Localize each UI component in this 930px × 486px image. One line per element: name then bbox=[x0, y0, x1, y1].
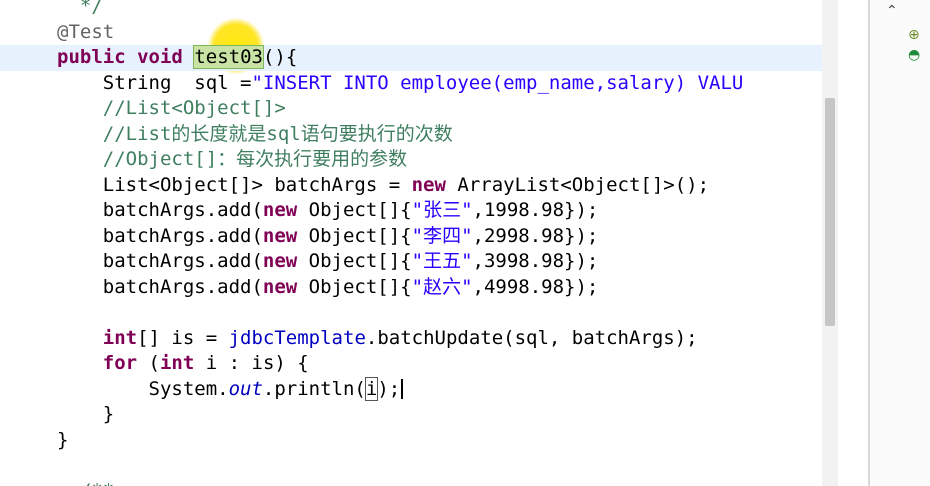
code-token: //List<Object[]> bbox=[57, 97, 286, 119]
code-token: @Test bbox=[57, 20, 115, 43]
code-token: //Object[]：每次执行要用的参数 bbox=[57, 148, 408, 170]
code-line[interactable]: batchArgs.add(new Object[]{"李四",2998.98}… bbox=[0, 224, 599, 250]
code-token: new bbox=[262, 250, 298, 272]
code-token: */ bbox=[57, 0, 103, 17]
code-line[interactable]: batchArgs.add(new Object[]{"张三",1998.98}… bbox=[0, 198, 599, 224]
code-token: Object[]{ bbox=[297, 199, 412, 221]
code-token: void bbox=[137, 46, 183, 68]
code-token: i : is) { bbox=[194, 352, 309, 374]
code-line[interactable]: @Test bbox=[0, 20, 114, 46]
code-token: batchArgs.add( bbox=[57, 199, 263, 221]
code-line[interactable]: int[] is = jdbcTemplate.batchUpdate(sql,… bbox=[0, 326, 698, 352]
code-token: jdbcTemplate bbox=[228, 326, 366, 349]
code-token: test03 bbox=[193, 45, 264, 69]
code-token: .println( bbox=[262, 377, 366, 400]
code-line[interactable]: //List的长度就是sql语句要执行的次数 bbox=[0, 122, 453, 148]
code-token: "张三" bbox=[411, 199, 473, 221]
code-line[interactable]: //List<Object[]> bbox=[0, 96, 286, 122]
code-token: ,2998.98}); bbox=[472, 224, 599, 247]
code-token: //List的长度就是sql语句要执行的次数 bbox=[57, 122, 453, 145]
code-token: batchArgs.add( bbox=[57, 224, 263, 247]
code-token: List<Object[]> batchArgs = bbox=[57, 173, 412, 196]
class-icon[interactable]: ⊕ bbox=[908, 28, 920, 42]
code-token: .batchUpdate(sql, batchArgs); bbox=[365, 326, 698, 349]
code-line[interactable] bbox=[0, 300, 57, 326]
code-line[interactable]: batchArgs.add(new Object[]{"王五",3998.98}… bbox=[0, 249, 599, 275]
code-line[interactable]: public void test03(){ bbox=[0, 45, 822, 71]
code-token: batchArgs.add( bbox=[57, 250, 263, 272]
text-caret bbox=[401, 379, 403, 399]
code-token: new bbox=[262, 224, 298, 247]
code-token: Object[]{ bbox=[297, 224, 412, 247]
code-line[interactable]: batchArgs.add(new Object[]{"赵六",4998.98}… bbox=[0, 275, 599, 301]
code-line[interactable]: List<Object[]> batchArgs = new ArrayList… bbox=[0, 173, 709, 199]
code-token: Object[]{ bbox=[297, 250, 412, 272]
overview-ruler bbox=[838, 0, 870, 486]
code-token: Object[]{ bbox=[297, 275, 412, 298]
chevron-up-icon[interactable]: ⌃ bbox=[886, 4, 898, 18]
code-line[interactable]: System.out.println(i); bbox=[0, 376, 403, 403]
code-token: ); bbox=[377, 377, 401, 400]
code-token: public bbox=[57, 46, 126, 68]
code-line[interactable]: //Object[]：每次执行要用的参数 bbox=[0, 147, 407, 173]
code-editor[interactable]: */@Test public void test03(){ String sql … bbox=[0, 0, 822, 486]
code-token: batchArgs.add( bbox=[57, 275, 263, 298]
method-icon[interactable]: ◓ bbox=[908, 48, 920, 62]
code-token: i bbox=[364, 376, 379, 401]
code-line[interactable]: for (int i : is) { bbox=[0, 351, 309, 377]
code-token: ( bbox=[137, 352, 160, 374]
code-line[interactable]: } bbox=[0, 402, 114, 428]
code-token: new bbox=[262, 275, 298, 298]
code-token: ,4998.98}); bbox=[472, 275, 599, 298]
code-line[interactable]: */ bbox=[0, 0, 103, 20]
vertical-scrollbar[interactable] bbox=[822, 0, 838, 486]
code-token: for bbox=[102, 352, 138, 374]
outline-panel: ⌃ ⊕ ◓ bbox=[870, 0, 930, 486]
code-token: "李四" bbox=[411, 224, 473, 247]
code-token: "王五" bbox=[411, 250, 473, 272]
code-token: ,1998.98}); bbox=[472, 199, 599, 221]
code-token: new bbox=[411, 173, 446, 196]
code-token: out bbox=[228, 377, 263, 400]
code-token: String sql = bbox=[57, 71, 252, 94]
code-token: System. bbox=[57, 377, 229, 400]
code-token: "赵六" bbox=[411, 275, 473, 298]
code-line[interactable]: String sql ="INSERT INTO employee(emp_na… bbox=[0, 71, 744, 97]
code-token: int bbox=[102, 326, 138, 349]
code-token: ,3998.98}); bbox=[472, 250, 599, 272]
code-token: ArrayList<Object[]>(); bbox=[445, 173, 710, 196]
code-token: [] is = bbox=[137, 326, 229, 349]
code-token: } bbox=[57, 403, 115, 425]
code-line[interactable] bbox=[0, 453, 57, 479]
code-token: } bbox=[57, 428, 69, 451]
code-line[interactable]: } bbox=[0, 428, 68, 454]
code-token: "INSERT INTO employee(emp_name,salary) V… bbox=[251, 71, 744, 94]
code-line[interactable]: /** bbox=[0, 479, 114, 486]
code-token: new bbox=[262, 199, 298, 221]
code-token: /** bbox=[57, 480, 114, 486]
scrollbar-thumb[interactable] bbox=[825, 98, 835, 326]
code-token: (){ bbox=[262, 46, 298, 68]
code-token: int bbox=[159, 352, 195, 374]
